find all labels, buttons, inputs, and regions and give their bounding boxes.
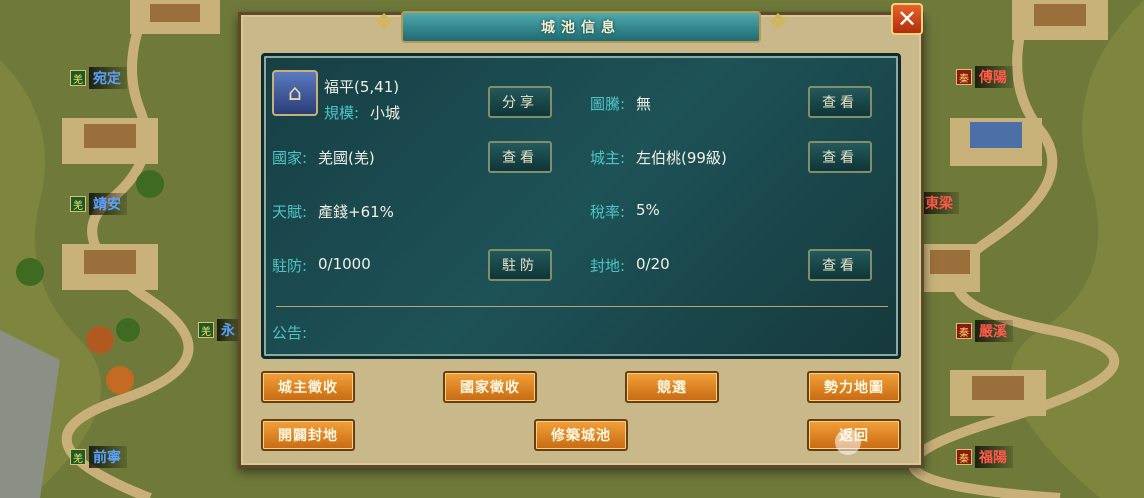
open-fief-button[interactable]: 開闢封地 <box>261 419 355 451</box>
map-city-label[interactable]: 東梁 <box>918 192 959 214</box>
dialog-title: 城池信息 <box>541 20 621 36</box>
build-city-button[interactable]: 修築城池 <box>534 419 628 451</box>
city-name: 前寧 <box>89 446 127 468</box>
map-city-label[interactable]: 秦 嚴溪 <box>956 320 1013 342</box>
city-name: 靖安 <box>89 193 127 215</box>
notice-label: 公告: <box>272 324 308 342</box>
lord-levy-button[interactable]: 城主徵收 <box>261 371 355 403</box>
city-name: 東梁 <box>921 192 959 214</box>
city-name: 嚴溪 <box>975 320 1013 342</box>
city-name-coords: 福平(5,41) <box>324 78 400 96</box>
map-city-label[interactable]: 秦 福陽 <box>956 446 1013 468</box>
totem-value: 無 <box>636 95 652 113</box>
totem-label: 圖騰: <box>590 95 626 113</box>
map-city-label[interactable]: 秦 傅陽 <box>956 66 1013 88</box>
view-nation-button[interactable]: 查看 <box>488 141 552 173</box>
city-icon[interactable] <box>950 370 1046 416</box>
tax-label: 稅率: <box>590 203 626 221</box>
nation-flag: 秦 <box>956 69 972 85</box>
ornament-icon: ❖ <box>768 9 788 35</box>
nation-label: 國家: <box>272 149 308 167</box>
power-map-button[interactable]: 勢力地圖 <box>807 371 901 403</box>
lord-value: 左伯桃(99級) <box>636 149 727 167</box>
close-icon[interactable]: ✕ <box>891 3 923 35</box>
talent-value: 產錢+61% <box>318 203 394 221</box>
city-name: 傅陽 <box>975 66 1013 88</box>
city-icon[interactable] <box>924 244 980 292</box>
nation-flag: 羌 <box>70 196 86 212</box>
tax-value: 5% <box>636 201 660 219</box>
nation-flag: 羌 <box>70 449 86 465</box>
election-button[interactable]: 競選 <box>625 371 719 403</box>
map-city-label[interactable]: 羌 永 <box>198 319 241 341</box>
lord-label: 城主: <box>590 149 626 167</box>
city-icon[interactable] <box>62 118 158 164</box>
map-city-label[interactable]: 羌 靖安 <box>70 193 127 215</box>
city-info-box: ⌂ 福平(5,41) 規模: 小城 分享 圖騰: 無 查看 國家: 羌國(羌) … <box>261 53 901 359</box>
touch-indicator <box>835 429 861 455</box>
nation-flag: 羌 <box>70 70 86 86</box>
view-fief-button[interactable]: 查看 <box>808 249 872 281</box>
nation-flag: 秦 <box>956 323 972 339</box>
garrison-button[interactable]: 駐防 <box>488 249 552 281</box>
fief-label: 封地: <box>590 257 626 275</box>
view-totem-button[interactable]: 查看 <box>808 86 872 118</box>
divider <box>276 306 888 307</box>
city-name: 福陽 <box>975 446 1013 468</box>
map-city-label[interactable]: 羌 宛定 <box>70 67 127 89</box>
city-icon: ⌂ <box>272 70 318 116</box>
nation-flag: 秦 <box>956 449 972 465</box>
garrison-label: 駐防: <box>272 257 308 275</box>
talent-label: 天賦: <box>272 203 308 221</box>
city-name: 宛定 <box>89 67 127 89</box>
scale-label: 規模: <box>324 104 360 122</box>
city-icon[interactable] <box>62 244 158 290</box>
dialog-title-bar: 城池信息 <box>401 11 761 43</box>
nation-levy-button[interactable]: 國家徵收 <box>443 371 537 403</box>
nation-value: 羌國(羌) <box>318 149 375 167</box>
city-info-dialog: ❖ 城池信息 ❖ ✕ ⌂ 福平(5,41) 規模: 小城 分享 圖騰: 無 查看… <box>238 3 924 468</box>
scale-value: 小城 <box>370 104 401 122</box>
city-icon[interactable] <box>1012 0 1108 40</box>
fief-value: 0/20 <box>636 255 670 273</box>
map-city-label[interactable]: 羌 前寧 <box>70 446 127 468</box>
city-icon[interactable] <box>130 0 220 34</box>
city-icon[interactable] <box>950 118 1042 166</box>
view-lord-button[interactable]: 查看 <box>808 141 872 173</box>
nation-flag: 羌 <box>198 322 214 338</box>
garrison-value: 0/1000 <box>318 255 371 273</box>
share-button[interactable]: 分享 <box>488 86 552 118</box>
